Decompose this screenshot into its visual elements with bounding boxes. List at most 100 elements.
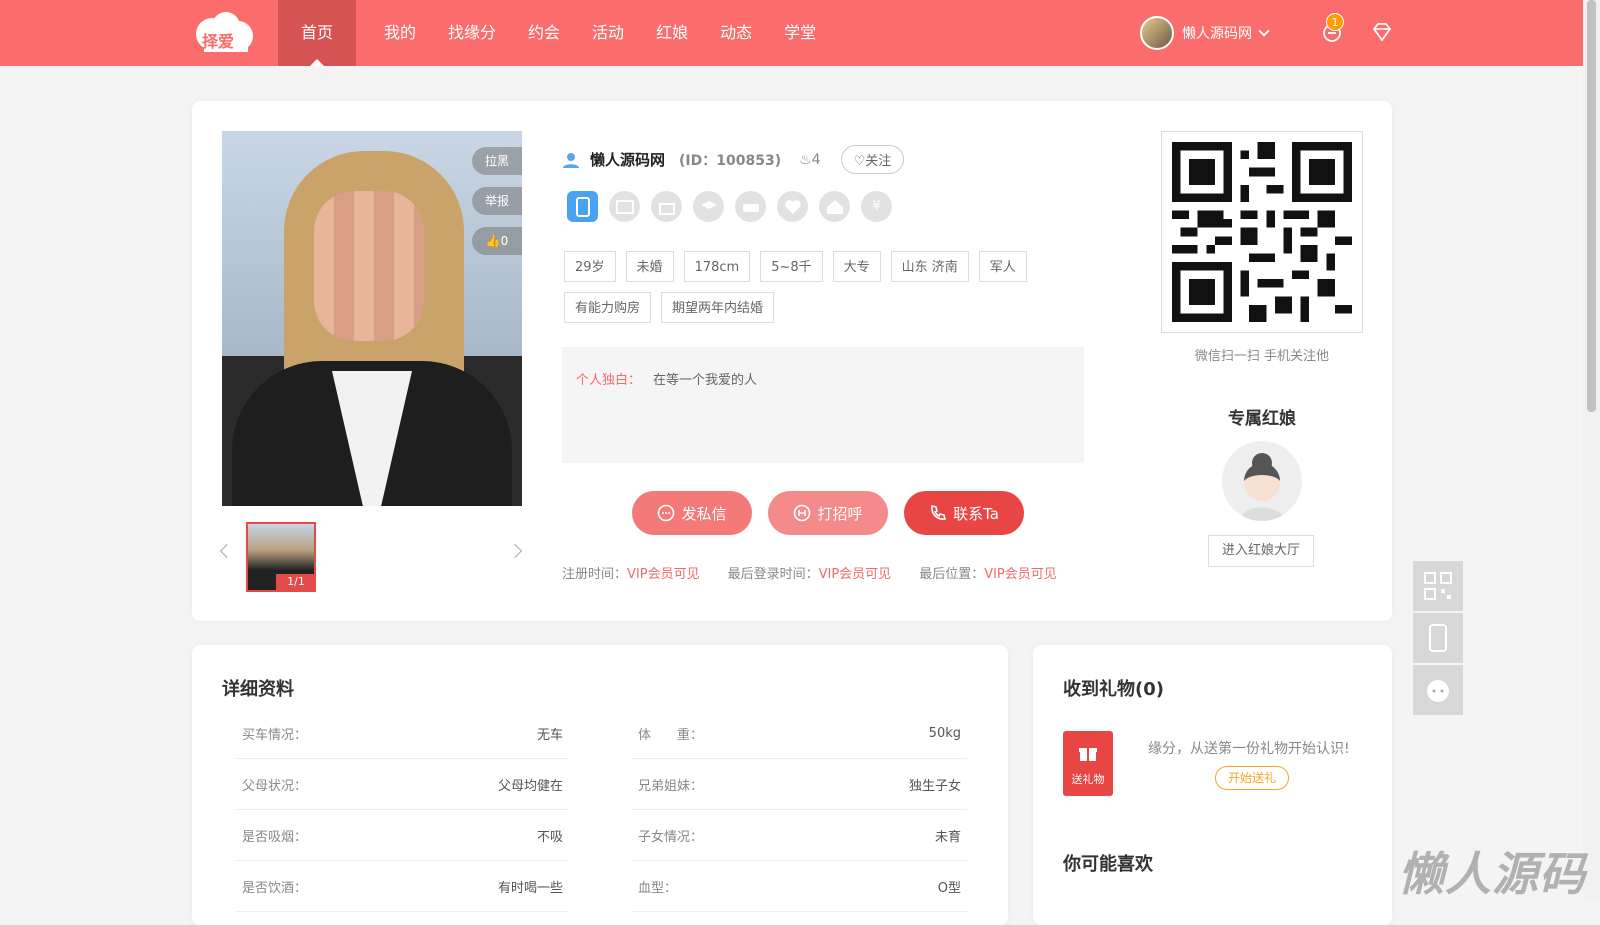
monologue-text: 在等一个我爱的人 [653, 373, 758, 388]
detail-row: 兄弟姐妹： 独生子女 [632, 760, 967, 810]
detail-label: 子女情况： [638, 830, 704, 845]
gift-icon [1079, 748, 1097, 761]
tag-occupation: 军人 [978, 251, 1027, 282]
start-gift-button[interactable]: 开始送礼 [1215, 766, 1289, 790]
prev-photo-icon[interactable] [219, 543, 235, 559]
nav-item-date[interactable]: 约会 [512, 0, 576, 66]
last-location-value[interactable]: VIP会员可见 [984, 563, 1057, 582]
profile-photo[interactable]: 拉黑 举报 👍0 [222, 131, 522, 506]
tag-location: 山东 济南 [890, 251, 969, 282]
nav-item-find[interactable]: 找缘分 [432, 0, 512, 66]
tag-education: 大专 [832, 251, 881, 282]
next-photo-icon[interactable] [507, 543, 523, 559]
detail-value: 父母均健在 [497, 779, 563, 794]
tag-housing: 有能力购房 [564, 292, 652, 323]
send-message-button[interactable]: 发私信 [632, 491, 752, 535]
monologue-label: 个人独白： [576, 373, 642, 388]
diamond-icon[interactable] [1370, 20, 1394, 44]
site-logo[interactable]: 择爱 [190, 8, 258, 58]
marriage-verify-icon[interactable] [777, 191, 808, 222]
user-menu[interactable]: 懒人源码网 [1140, 16, 1270, 50]
detail-row: 买车情况： 无车 [236, 709, 569, 759]
tag-marital: 未婚 [625, 251, 674, 282]
education-verify-icon[interactable] [693, 191, 724, 222]
flame-icon: ♨ [799, 151, 812, 168]
nav-item-mine[interactable]: 我的 [368, 0, 432, 66]
last-login-value[interactable]: VIP会员可见 [819, 563, 892, 582]
detail-label: 兄弟姐妹： [638, 779, 704, 794]
blacklist-button[interactable]: 拉黑 [472, 147, 522, 175]
nav-item-activity[interactable]: 活动 [576, 0, 640, 66]
car-verify-icon[interactable] [735, 191, 766, 222]
profile-meta: 注册时间： VIP会员可见 最后登录时间： VIP会员可见 最后位置： VIP会员可见 [562, 563, 1085, 582]
profile-header: 懒人源码网 (ID：100853) ♨4 ♡关注 [562, 145, 905, 174]
tag-marriage-plan: 期望两年内结婚 [661, 292, 775, 323]
detail-value: 50kg [928, 726, 961, 741]
detail-row: 体 重： 50kg [632, 709, 967, 759]
contact-label: 联系Ta [953, 504, 999, 523]
detail-row: 血型： O型 [632, 862, 967, 912]
greet-button[interactable]: 打招呼 [768, 491, 888, 535]
house-verify-icon[interactable] [819, 191, 850, 222]
nav-item-school[interactable]: 学堂 [768, 0, 832, 66]
phone-icon [931, 505, 947, 520]
register-time-value[interactable]: VIP会员可见 [627, 563, 700, 582]
nav-item-feed[interactable]: 动态 [704, 0, 768, 66]
detail-label: 是否饮酒： [242, 881, 308, 896]
like-button[interactable]: 👍0 [472, 227, 522, 255]
report-button[interactable]: 举报 [472, 187, 522, 215]
greet-label: 打招呼 [817, 504, 863, 523]
heart-icon: ♡ [853, 154, 866, 169]
detail-value: 无车 [536, 728, 563, 743]
qr-icon [1424, 572, 1452, 600]
detail-label: 体 重： [638, 728, 704, 743]
detail-value: 有时喝一些 [497, 881, 563, 896]
page-scrollbar[interactable] [1583, 0, 1600, 900]
action-buttons: 发私信 打招呼 联系Ta [632, 491, 1040, 535]
service-icon [1427, 680, 1449, 702]
last-login-label: 最后登录时间： [727, 567, 819, 582]
tag-income: 5~8千 [760, 251, 823, 282]
detail-value: O型 [937, 881, 961, 896]
nav-item-matchmaker[interactable]: 红娘 [640, 0, 704, 66]
detail-row: 是否吸烟： 不吸 [236, 811, 569, 861]
detail-value: 未育 [934, 830, 961, 845]
top-nav: 择爱 首页 我的 找缘分 约会 活动 红娘 动态 学堂 懒人源码网 1 [0, 0, 1583, 66]
side-service-button[interactable] [1413, 665, 1463, 715]
income-verify-icon[interactable]: ¥ [861, 191, 892, 222]
main-menu: 首页 我的 找缘分 约会 活动 红娘 动态 学堂 [278, 0, 832, 66]
matchmaker-avatar[interactable] [1222, 441, 1302, 521]
qr-caption: 微信扫一扫 手机关注他 [1194, 349, 1330, 364]
tag-age: 29岁 [564, 251, 616, 282]
register-time-label: 注册时间： [562, 567, 628, 582]
chevron-down-icon [1258, 25, 1270, 37]
detail-label: 是否吸烟： [242, 830, 308, 845]
follow-button[interactable]: ♡关注 [840, 145, 905, 174]
thumbs-up-icon: 👍 [485, 234, 501, 248]
photo-thumbnail[interactable]: 1/1 [246, 522, 316, 592]
send-gift-button[interactable]: 送礼物 [1063, 731, 1113, 796]
detail-label: 买车情况： [242, 728, 308, 743]
detail-row: 是否饮酒： 有时喝一些 [236, 862, 569, 912]
phone-verify-icon[interactable] [567, 191, 598, 222]
id-card-verify-icon[interactable] [609, 191, 640, 222]
detail-value: 独生子女 [908, 779, 961, 794]
side-mobile-button[interactable] [1413, 613, 1463, 663]
matchmaker-hall-button[interactable]: 进入红娘大厅 [1208, 535, 1314, 567]
nav-item-home[interactable]: 首页 [278, 0, 356, 66]
logo-text: 择爱 [202, 32, 235, 51]
user-icon [563, 152, 579, 168]
scrollbar-thumb[interactable] [1587, 0, 1596, 412]
detail-row: 父母状况： 父母均健在 [236, 760, 569, 810]
shop-verify-icon[interactable] [651, 191, 682, 222]
tag-height: 178cm [683, 251, 751, 282]
maybe-like-title: 你可能喜欢 [1063, 854, 1153, 875]
contact-button[interactable]: 联系Ta [904, 491, 1024, 535]
last-location-label: 最后位置： [919, 567, 985, 582]
avatar [1140, 16, 1174, 50]
heat-value: 4 [811, 151, 821, 168]
detail-value: 不吸 [536, 830, 563, 845]
gift-hint: 缘分，从送第一份礼物开始认识! [1148, 741, 1350, 757]
like-count: 0 [500, 234, 509, 248]
side-qr-button[interactable] [1413, 561, 1463, 611]
